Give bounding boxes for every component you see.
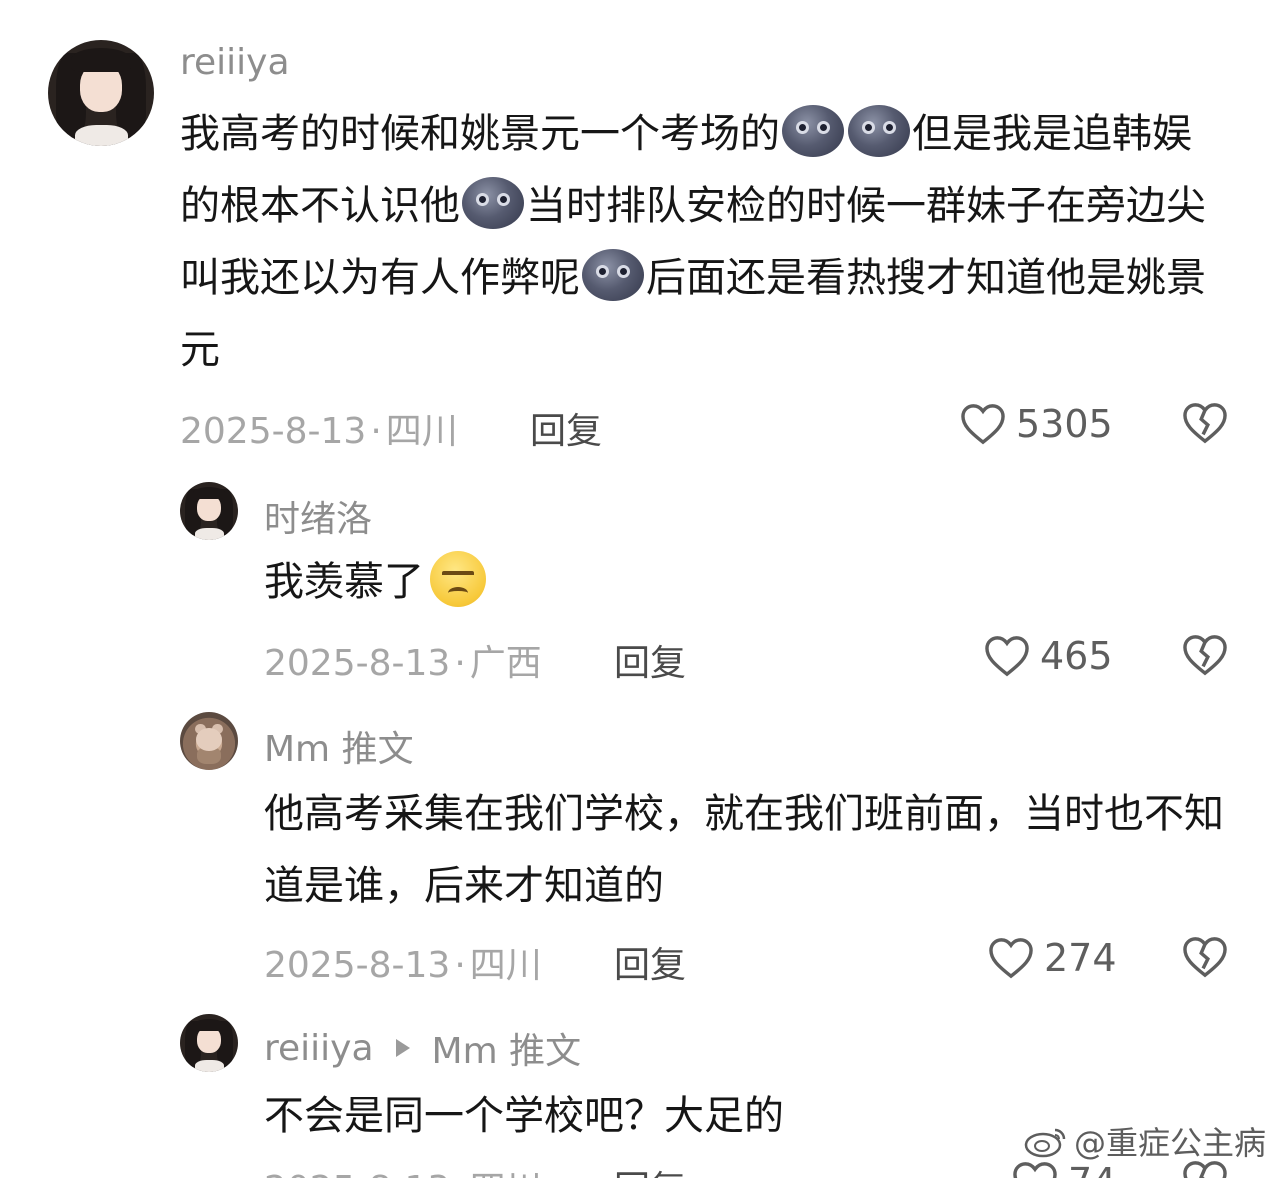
moon-face-emoji-icon (582, 249, 644, 301)
dislike-button[interactable] (1182, 634, 1228, 680)
comment-date: 2025-8-13 (264, 1169, 450, 1178)
reply-button[interactable]: 回复 (614, 936, 686, 988)
comment-meta: 2025-8-13·四川 (264, 945, 542, 986)
unamused-face-emoji-icon (430, 551, 486, 607)
reply-button[interactable]: 回复 (614, 634, 686, 686)
username[interactable]: 时绪洛 (264, 490, 372, 542)
moon-face-emoji-icon (782, 105, 844, 157)
comment-text: 他高考采集在我们学校，就在我们班前面，当时也不知道是谁，后来才知道的 (264, 791, 1224, 909)
reply-button[interactable]: 回复 (530, 402, 602, 454)
weibo-logo-icon (1024, 1128, 1066, 1158)
reply-to-username[interactable]: Mm 推文 (432, 1022, 582, 1074)
like-button[interactable]: 274 (988, 936, 1117, 980)
username[interactable]: reiiiya (180, 42, 290, 83)
comment-date: 2025-8-13 (180, 411, 367, 452)
reply-button[interactable]: 回复 (614, 1160, 686, 1178)
heart-outline-icon (961, 404, 1005, 445)
comment-location: 四川 (469, 945, 542, 986)
broken-heart-icon (1183, 635, 1227, 676)
comment-location: 四川 (385, 411, 458, 452)
like-button[interactable]: 465 (984, 634, 1113, 678)
reply-arrow-icon (395, 1039, 410, 1057)
like-count: 465 (1040, 634, 1113, 678)
avatar[interactable] (180, 482, 238, 540)
broken-heart-icon (1183, 403, 1227, 444)
comment-date: 2025-8-13 (264, 945, 451, 986)
avatar[interactable] (180, 712, 238, 770)
avatar[interactable] (180, 1014, 238, 1072)
comment-location: 四川 (470, 1169, 542, 1178)
comment-text: 我高考的时候和姚景元一个考场的 但是我是追韩娱的根本不认识他 当时排队安检的时候一群… (180, 98, 1230, 386)
comment-text: 我羡慕了 (264, 546, 1224, 618)
broken-heart-icon (1183, 937, 1227, 978)
like-count: 5305 (1016, 402, 1113, 446)
like-button[interactable]: 5305 (960, 402, 1113, 446)
moon-face-emoji-icon (848, 105, 910, 157)
dislike-button[interactable] (1182, 402, 1228, 448)
comment-meta: 2025-8-13·四川 (264, 1160, 542, 1178)
comment-location: 广西 (469, 643, 542, 684)
moon-face-emoji-icon (462, 177, 524, 229)
comment-meta: 2025-8-13·四川 (180, 411, 458, 452)
avatar[interactable] (48, 40, 154, 146)
username[interactable]: Mm 推文 (264, 720, 414, 772)
heart-outline-icon (989, 938, 1033, 979)
like-count: 274 (1044, 936, 1117, 980)
watermark-text: @重症公主病 (1073, 1124, 1266, 1162)
dislike-button[interactable] (1182, 936, 1228, 982)
comment-meta: 2025-8-13 · 广西 (264, 643, 542, 684)
watermark: @重症公主病 (1024, 1118, 1266, 1164)
heart-outline-icon (985, 636, 1029, 677)
username[interactable]: reiiiya Mm 推文 (264, 1022, 581, 1074)
comment-date: 2025-8-13 (264, 643, 451, 684)
